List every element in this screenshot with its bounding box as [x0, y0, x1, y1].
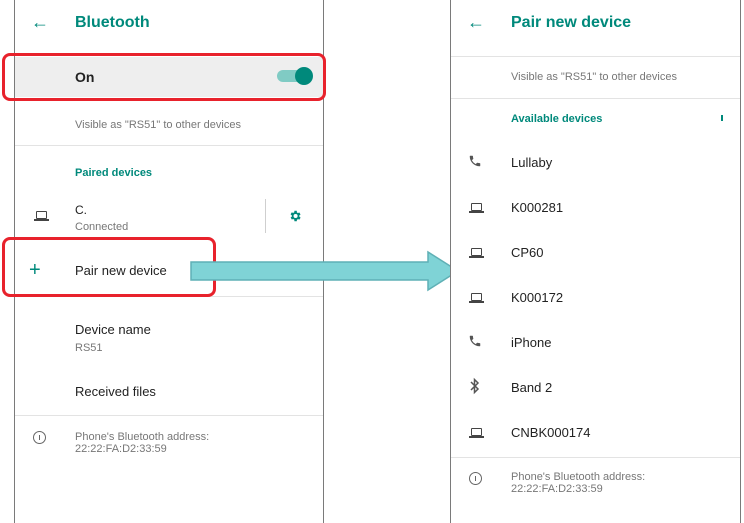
laptop-icon	[34, 211, 49, 221]
device-row[interactable]: iPhone	[451, 320, 740, 365]
available-devices-header: Available devices	[511, 113, 603, 125]
info-icon	[33, 431, 46, 444]
divider	[15, 145, 323, 146]
device-name-label: Device name	[75, 322, 151, 337]
divider	[15, 415, 323, 416]
laptop-icon	[469, 248, 484, 258]
device-name-value: RS51	[75, 342, 103, 354]
back-arrow-icon[interactable]: ←	[31, 12, 49, 32]
page-title: Bluetooth	[75, 14, 150, 31]
paired-device-name: C.	[75, 203, 87, 217]
bluetooth-address-label: Phone's Bluetooth address:	[511, 471, 646, 483]
page-title: Pair new device	[511, 14, 632, 31]
highlight-box-pair-new	[2, 237, 216, 297]
scanning-indicator	[721, 115, 723, 121]
bluetooth-address-value: 22:22:FA:D2:33:59	[511, 483, 603, 495]
device-row[interactable]: CP60	[451, 230, 740, 275]
device-name: K000281	[511, 200, 564, 215]
device-row[interactable]: Lullaby	[451, 140, 740, 185]
received-files-label: Received files	[75, 384, 156, 399]
received-files-row[interactable]: Received files	[15, 372, 323, 412]
divider	[451, 98, 740, 99]
device-name: CNBK000174	[511, 425, 591, 440]
phone-icon	[469, 155, 481, 167]
device-row[interactable]: Band 2	[451, 365, 740, 410]
pair-new-device-screen: ← Pair new device Visible as "RS51" to o…	[450, 0, 741, 523]
bluetooth-address-value: 22:22:FA:D2:33:59	[75, 443, 167, 455]
highlight-box-toggle	[2, 53, 326, 101]
app-bar: ← Bluetooth	[15, 0, 323, 44]
device-name: CP60	[511, 245, 544, 260]
paired-device-row[interactable]: C. Connected	[15, 195, 323, 240]
device-row[interactable]: K000281	[451, 185, 740, 230]
gear-icon[interactable]	[288, 209, 302, 223]
device-row[interactable]: K000172	[451, 275, 740, 320]
device-name-row[interactable]: Device name RS51	[15, 314, 323, 360]
info-icon	[469, 472, 482, 485]
app-bar: ← Pair new device	[451, 0, 740, 44]
visibility-text: Visible as "RS51" to other devices	[511, 71, 677, 83]
phone-icon	[469, 335, 481, 347]
separator	[265, 199, 266, 233]
divider	[451, 457, 740, 458]
paired-devices-header: Paired devices	[75, 167, 153, 179]
device-name: iPhone	[511, 335, 552, 350]
bluetooth-address-label: Phone's Bluetooth address:	[75, 431, 210, 443]
device-name: Lullaby	[511, 155, 553, 170]
visibility-text: Visible as "RS51" to other devices	[75, 119, 241, 131]
bluetooth-icon	[470, 377, 480, 395]
laptop-icon	[469, 428, 484, 438]
paired-device-status: Connected	[75, 221, 129, 233]
divider	[451, 56, 740, 57]
device-name: Band 2	[511, 380, 553, 395]
back-arrow-icon[interactable]: ←	[467, 12, 485, 32]
laptop-icon	[469, 293, 484, 303]
device-name: K000172	[511, 290, 564, 305]
device-row[interactable]: CNBK000174	[451, 410, 740, 455]
pointer-arrow-icon	[190, 250, 460, 292]
laptop-icon	[469, 203, 484, 213]
